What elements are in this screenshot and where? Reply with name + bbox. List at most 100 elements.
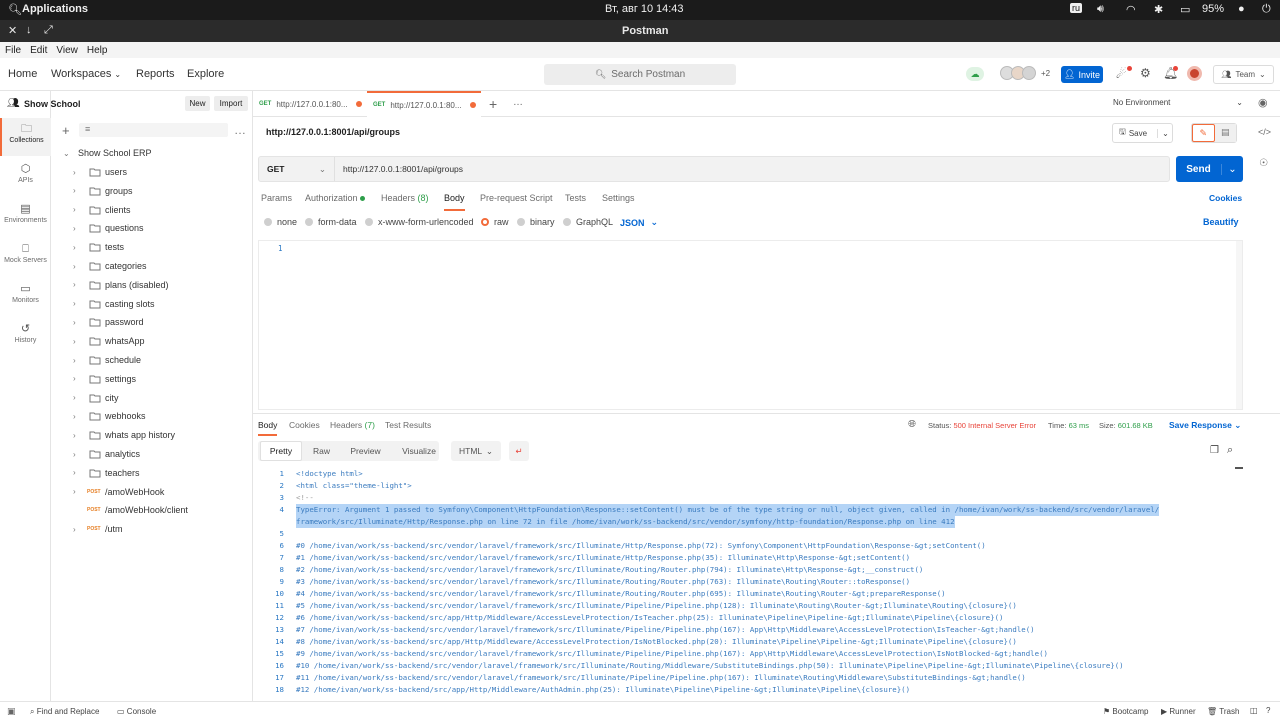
sidebar-folder[interactable]: › password bbox=[51, 313, 253, 331]
avatar[interactable] bbox=[1022, 66, 1036, 80]
runner-button[interactable]: ▶ Runner bbox=[1161, 707, 1196, 716]
volume-icon[interactable]: 🔊︎ bbox=[1097, 3, 1104, 16]
request-body-editor[interactable]: 1 bbox=[258, 240, 1243, 410]
environment-select[interactable]: No Environment ⌄ bbox=[1113, 98, 1243, 107]
trash-button[interactable]: 🗑︎ Trash bbox=[1207, 707, 1239, 716]
body-mode-graphql[interactable]: GraphQL bbox=[563, 217, 613, 227]
view-visualize[interactable]: Visualize bbox=[395, 441, 443, 461]
cookies-link[interactable]: Cookies bbox=[1209, 193, 1242, 203]
sync-status-icon[interactable]: ☁ bbox=[966, 67, 984, 81]
nav-workspaces[interactable]: Workspaces ⌄ bbox=[51, 68, 121, 80]
user-avatar[interactable] bbox=[1187, 66, 1202, 81]
date-label[interactable]: Вт, авг 10 bbox=[605, 3, 653, 15]
time-label[interactable]: 14:43 bbox=[656, 3, 684, 15]
menu-edit[interactable]: Edit bbox=[30, 45, 47, 56]
request-tab[interactable]: GET http://127.0.0.1:80... bbox=[253, 91, 366, 117]
request-tab-active[interactable]: GET http://127.0.0.1:80... bbox=[367, 91, 481, 117]
body-format-select[interactable]: JSON ⌄ bbox=[620, 217, 658, 228]
sidebar-folder[interactable]: › whatsApp bbox=[51, 332, 253, 350]
body-mode-urlencoded[interactable]: x-www-form-urlencoded bbox=[365, 217, 474, 227]
rail-mock-servers[interactable]: ⎕ Mock Servers bbox=[0, 238, 51, 276]
globe-icon[interactable]: 🌐︎ bbox=[908, 419, 916, 430]
rail-collections[interactable]: 🗀︎ Collections bbox=[0, 118, 51, 156]
close-window-icon[interactable]: ✕ bbox=[8, 24, 17, 37]
edit-mode-toggle[interactable]: ✎ ▤ bbox=[1191, 123, 1237, 143]
sidebar-request[interactable]: POST/amoWebHook/client bbox=[51, 501, 253, 519]
search-postman-input[interactable]: 🔍︎ Search Postman bbox=[544, 64, 736, 85]
sidebar-request[interactable]: › POST/utm bbox=[51, 520, 253, 538]
sidebar-folder[interactable]: › categories bbox=[51, 257, 253, 275]
layout-icon[interactable]: ◫ bbox=[1250, 706, 1258, 715]
send-button[interactable]: Send ⌄ bbox=[1176, 156, 1243, 182]
settings-gear-icon[interactable]: ⚙ bbox=[1140, 66, 1151, 80]
team-button[interactable]: 👥︎ Team ⌄ bbox=[1213, 65, 1274, 84]
sidebar-folder[interactable]: › clients bbox=[51, 201, 253, 219]
tab-authorization[interactable]: Authorization bbox=[305, 193, 366, 203]
sidebar-folder[interactable]: › tests bbox=[51, 238, 253, 256]
minimize-window-icon[interactable]: ↓ bbox=[26, 24, 32, 36]
beautify-link[interactable]: Beautify bbox=[1203, 217, 1239, 227]
console-button[interactable]: ▭ Console bbox=[117, 707, 156, 716]
sidebar-folder[interactable]: › questions bbox=[51, 219, 253, 237]
tab-prerequest-script[interactable]: Pre-request Script bbox=[480, 193, 553, 203]
tab-headers[interactable]: Headers (8) bbox=[381, 193, 429, 203]
applications-menu[interactable]: Applications bbox=[22, 3, 88, 15]
tab-params[interactable]: Params bbox=[261, 193, 292, 203]
import-button[interactable]: Import bbox=[214, 96, 248, 111]
response-format-select[interactable]: HTML ⌄ bbox=[451, 441, 501, 461]
bluetooth-icon[interactable]: ✱ bbox=[1154, 3, 1163, 16]
sidebar-folder[interactable]: › whats app history bbox=[51, 426, 253, 444]
find-replace-button[interactable]: ⌕ Find and Replace bbox=[30, 707, 99, 717]
sidebar-folder[interactable]: › plans (disabled) bbox=[51, 276, 253, 294]
avatars-more-count[interactable]: +2 bbox=[1041, 69, 1050, 78]
tab-tests[interactable]: Tests bbox=[565, 193, 586, 203]
body-mode-none[interactable]: none bbox=[264, 217, 297, 227]
search-icon[interactable]: 🔍︎ bbox=[8, 3, 22, 16]
menu-view[interactable]: View bbox=[56, 45, 78, 56]
body-mode-raw[interactable]: raw bbox=[481, 217, 509, 227]
add-collection-icon[interactable]: + bbox=[62, 123, 70, 138]
sidebar-folder[interactable]: › webhooks bbox=[51, 407, 253, 425]
response-tab-headers[interactable]: Headers (7) bbox=[330, 420, 375, 430]
rail-apis[interactable]: ⬡ APIs bbox=[0, 158, 51, 196]
tab-body[interactable]: Body bbox=[444, 193, 465, 211]
menu-help[interactable]: Help bbox=[87, 45, 108, 56]
editor-scrollbar[interactable] bbox=[1236, 241, 1242, 409]
save-response-button[interactable]: Save Response ⌄ bbox=[1169, 420, 1241, 431]
info-bulb-icon[interactable]: ☉ bbox=[1259, 158, 1268, 169]
url-input[interactable]: http://127.0.0.1:8001/api/groups bbox=[343, 164, 463, 174]
power-icon[interactable]: ⏻ bbox=[1262, 3, 1271, 16]
filter-collections-input[interactable]: ≡ bbox=[79, 123, 228, 137]
method-select[interactable]: GET ⌄ bbox=[259, 157, 335, 181]
bootcamp-button[interactable]: ⚑ Bootcamp bbox=[1103, 707, 1148, 716]
view-pretty[interactable]: Pretty bbox=[260, 441, 302, 461]
comments-icon[interactable]: ▤ bbox=[1214, 124, 1236, 142]
response-scrollbar[interactable] bbox=[1235, 467, 1243, 469]
help-icon[interactable]: ? bbox=[1266, 706, 1270, 715]
wifi-icon[interactable]: ◠ bbox=[1126, 3, 1136, 16]
body-mode-form-data[interactable]: form-data bbox=[305, 217, 357, 227]
copy-icon[interactable]: ❐ bbox=[1210, 445, 1219, 456]
collection-root[interactable]: ⌄ Show School ERP bbox=[51, 144, 253, 162]
response-tab-test-results[interactable]: Test Results bbox=[385, 420, 431, 430]
body-mode-binary[interactable]: binary bbox=[517, 217, 555, 227]
search-icon[interactable]: ⌕ bbox=[1227, 444, 1233, 457]
view-preview[interactable]: Preview bbox=[343, 441, 388, 461]
wrap-lines-icon[interactable]: ↵ bbox=[509, 441, 529, 461]
request-name[interactable]: http://127.0.0.1:8001/api/groups bbox=[266, 127, 400, 137]
rail-history[interactable]: ↺ History bbox=[0, 318, 51, 356]
rail-monitors[interactable]: ▭ Monitors bbox=[0, 278, 51, 316]
keyboard-layout-indicator[interactable]: ru bbox=[1070, 3, 1083, 13]
nav-explore[interactable]: Explore bbox=[187, 68, 224, 80]
response-tab-cookies[interactable]: Cookies bbox=[289, 420, 320, 430]
workspace-name[interactable]: Show School bbox=[24, 99, 81, 109]
nav-home[interactable]: Home bbox=[8, 68, 37, 80]
more-options-icon[interactable]: … bbox=[234, 123, 246, 137]
sidebar-folder[interactable]: › groups bbox=[51, 182, 253, 200]
sidebar-folder[interactable]: › settings bbox=[51, 370, 253, 388]
edit-pencil-icon[interactable]: ✎ bbox=[1192, 124, 1215, 142]
view-raw[interactable]: Raw bbox=[304, 441, 339, 461]
environment-quick-look-icon[interactable]: ◉ bbox=[1258, 96, 1268, 109]
sidebar-toggle-icon[interactable]: ▣ bbox=[7, 706, 16, 717]
sidebar-folder[interactable]: › casting slots bbox=[51, 295, 253, 313]
